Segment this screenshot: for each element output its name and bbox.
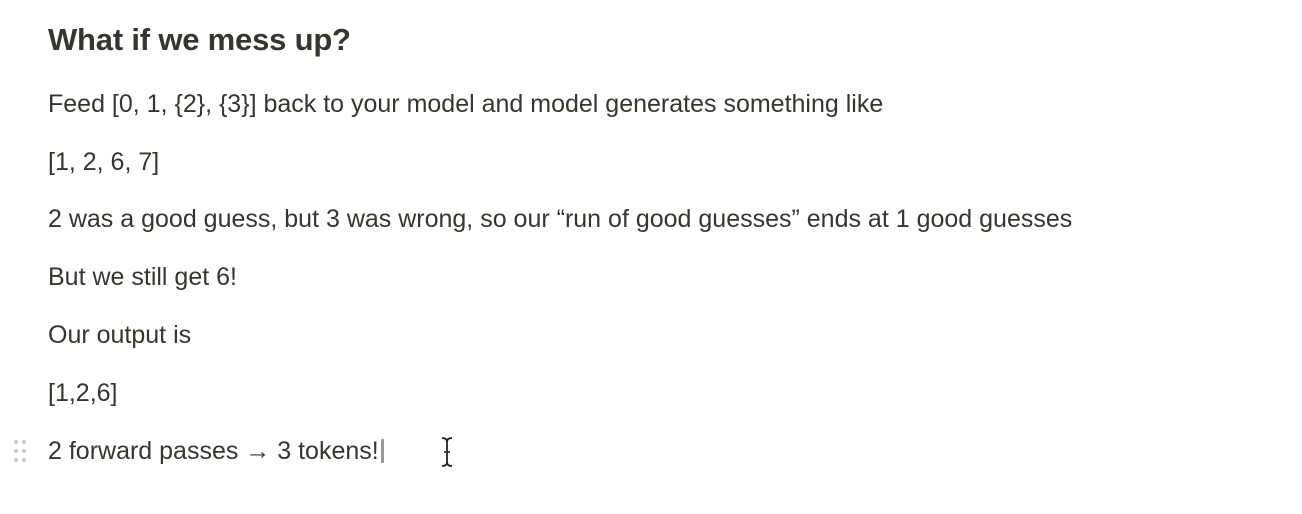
paragraph-block-2[interactable]: [1, 2, 6, 7]: [48, 146, 159, 178]
paragraph-block-4[interactable]: But we still get 6!: [48, 261, 237, 293]
paragraph-block-3[interactable]: 2 was a good guess, but 3 was wrong, so …: [48, 203, 1072, 235]
paragraph-block-1[interactable]: Feed [0, 1, {2}, {3}] back to your model…: [48, 88, 883, 120]
paragraph-block-5[interactable]: Our output is: [48, 319, 191, 351]
text-cursor-icon: [441, 437, 453, 467]
paragraph-block-7-text: 2 forward passes → 3 tokens!: [48, 437, 379, 465]
paragraph-block-7[interactable]: 2 forward passes → 3 tokens!: [48, 435, 384, 467]
notion-page: What if we mess up? Feed [0, 1, {2}, {3}…: [0, 0, 1302, 514]
paragraph-block-6[interactable]: [1,2,6]: [48, 377, 118, 409]
page-heading[interactable]: What if we mess up?: [48, 22, 351, 58]
text-caret: [380, 439, 384, 463]
drag-handle-icon[interactable]: [14, 437, 30, 465]
